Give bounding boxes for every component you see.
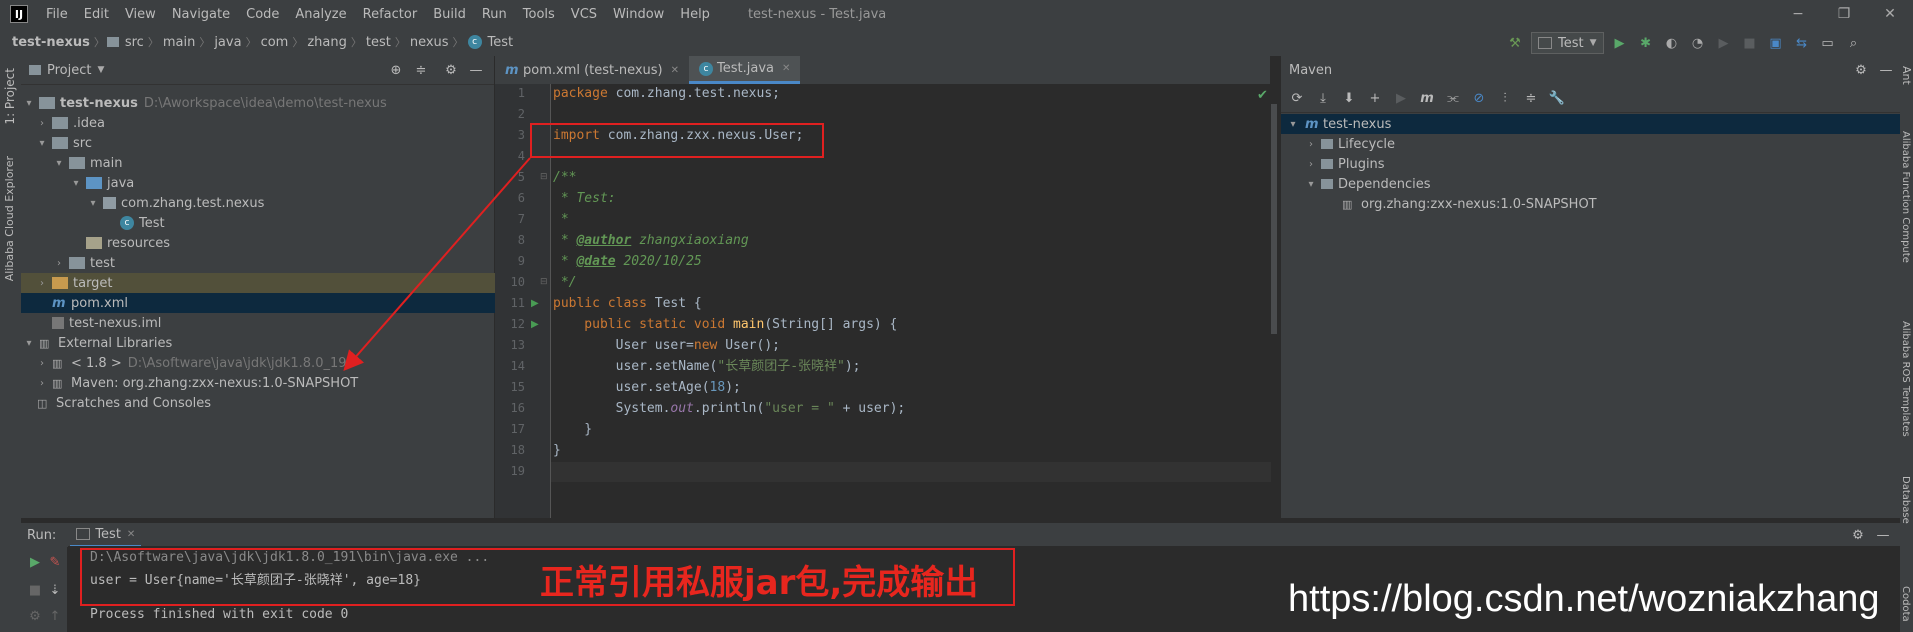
- arrow-line: [343, 157, 531, 372]
- annotation-caption: 正常引用私服jar包,完成输出: [540, 563, 979, 603]
- annotation-arrow: [343, 157, 531, 372]
- watermark-url: https://blog.csdn.net/wozniakzhang: [1288, 578, 1880, 620]
